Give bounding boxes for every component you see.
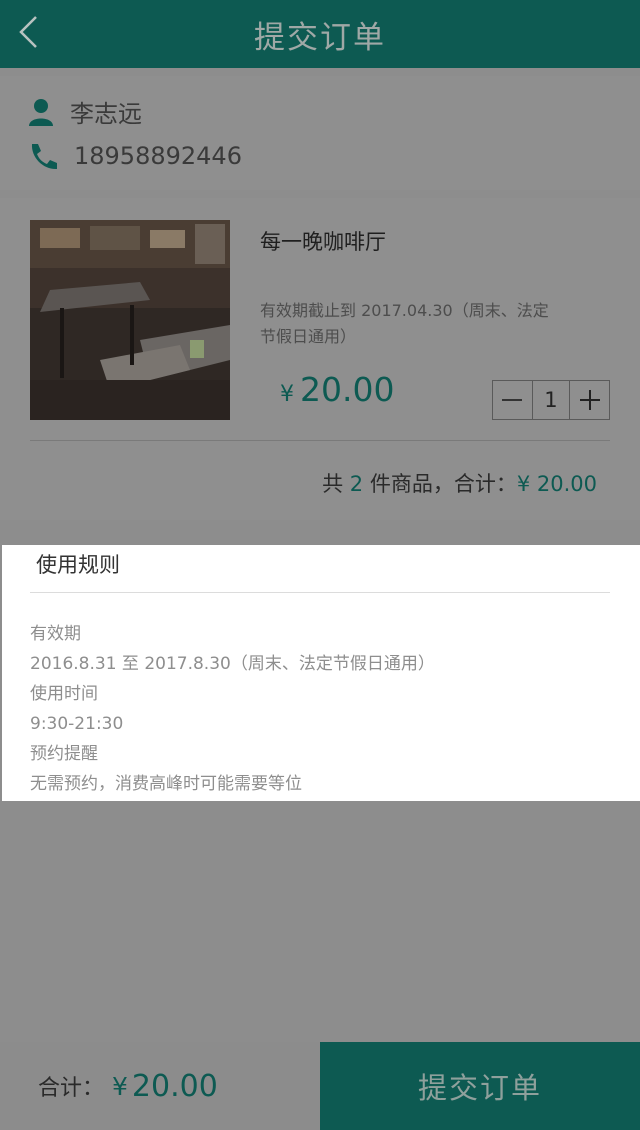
submit-order-button[interactable]: 提交订单 <box>320 1042 640 1130</box>
rule-time-value: 9:30-21:30 <box>30 714 124 734</box>
contact-phone: 18958892446 <box>74 142 242 170</box>
rule-booking-value: 无需预约，消费高峰时可能需要等位 <box>30 774 302 794</box>
submit-label: 提交订单 <box>417 1071 542 1105</box>
quantity-value: 1 <box>531 381 571 419</box>
rule-booking-label: 预约提醒 <box>30 744 98 764</box>
contact-phone-row: 18958892446 <box>28 142 242 170</box>
quantity-stepper: 1 <box>492 380 610 420</box>
total-label: 合计： <box>38 1076 105 1101</box>
order-summary: 共 2 件商品，合计：¥ 20.00 <box>322 468 597 498</box>
store-name: 每一晚咖啡厅 <box>260 230 386 254</box>
decrease-button[interactable] <box>493 381 532 419</box>
increase-button[interactable] <box>570 381 609 419</box>
summary-middle: 件商品，合计： <box>369 472 517 496</box>
summary-prefix: 共 <box>322 472 344 496</box>
phone-icon <box>31 144 57 170</box>
back-button[interactable] <box>8 10 48 54</box>
price-currency: ¥ <box>280 382 294 407</box>
order-section: 每一晚咖啡厅 有效期截止到 2017.04.30（周末、法定节假日通用） ¥ 2… <box>0 198 640 520</box>
divider <box>30 440 610 441</box>
rule-validity-label: 有效期 <box>30 624 81 644</box>
bottom-bar: 合计： ¥ 20.00 提交订单 <box>0 1042 640 1130</box>
chevron-left-icon <box>19 16 37 48</box>
store-thumbnail <box>30 220 230 420</box>
price-amount: 20.00 <box>300 370 395 409</box>
total-value: 20.00 <box>131 1068 218 1104</box>
divider <box>30 592 610 593</box>
unit-price: ¥ 20.00 <box>280 370 394 409</box>
contact-name-row: 李志远 <box>28 94 142 129</box>
validity-text: 有效期截止到 2017.04.30（周末、法定节假日通用） <box>260 301 549 346</box>
contact-section: 李志远 18958892446 <box>0 76 640 190</box>
usage-rules-card: 使用规则 有效期 2016.8.31 至 2017.8.30（周末、法定节假日通… <box>2 545 640 801</box>
plus-icon <box>579 390 600 410</box>
contact-name: 李志远 <box>70 100 142 128</box>
rules-list: 有效期 2016.8.31 至 2017.8.30（周末、法定节假日通用） 使用… <box>30 619 435 799</box>
total-area: 合计： ¥ 20.00 <box>0 1042 320 1130</box>
minus-icon <box>502 399 523 401</box>
rules-title: 使用规则 <box>36 553 120 577</box>
rule-time-label: 使用时间 <box>30 684 98 704</box>
item-count: 2 <box>349 472 364 496</box>
rule-validity-value: 2016.8.31 至 2017.8.30（周末、法定节假日通用） <box>30 654 435 674</box>
summary-total: ¥ 20.00 <box>516 472 597 496</box>
total-currency: ¥ <box>112 1071 128 1101</box>
user-icon <box>29 98 53 126</box>
page-title: 提交订单 <box>254 19 386 56</box>
top-bar: 提交订单 <box>0 0 640 68</box>
